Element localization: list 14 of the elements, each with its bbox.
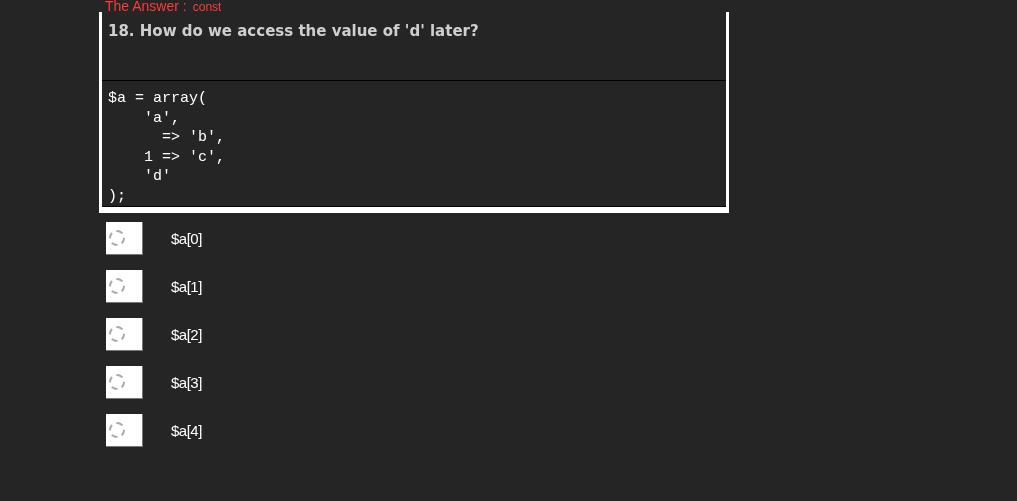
answer-label: The Answer : [105,0,187,12]
radio-button[interactable] [106,366,143,399]
option-label[interactable]: $a[0] [171,230,202,247]
code-block: $a = array( 'a', => 'b', 1 => 'c', 'd' ); [102,81,726,207]
radio-button[interactable] [106,318,143,351]
option-label[interactable]: $a[3] [171,374,202,391]
radio-button[interactable] [106,414,143,447]
option-label[interactable]: $a[4] [171,422,202,439]
answer-value: const [192,1,222,13]
option-label[interactable]: $a[2] [171,326,202,343]
option-label[interactable]: $a[1] [171,278,202,295]
question-title: 18. How do we access the value of 'd' later? [102,12,726,81]
radio-button[interactable] [106,270,143,303]
radio-button[interactable] [106,222,143,255]
